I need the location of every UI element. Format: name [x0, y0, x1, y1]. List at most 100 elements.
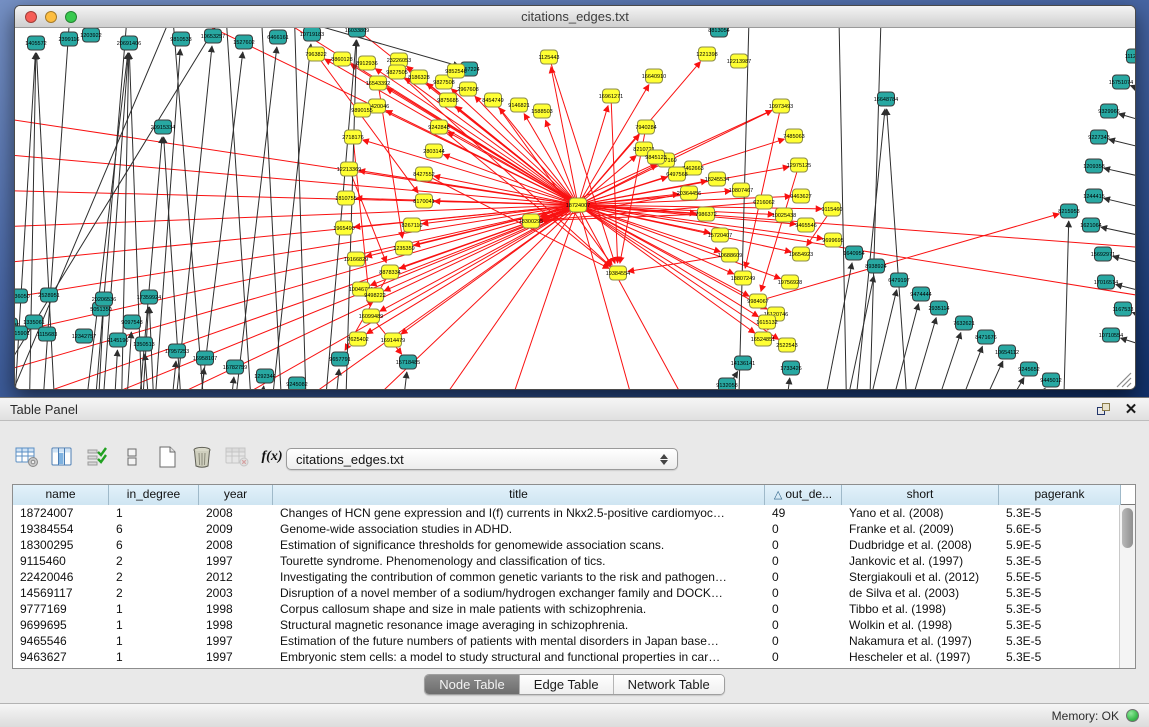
graph-node[interactable]: 20364456 [677, 186, 701, 200]
table-row[interactable]: 977716911998Corpus callosum shape and si… [13, 601, 1119, 617]
graph-node[interactable]: 1203922 [80, 28, 101, 42]
graph-node[interactable]: 15692971 [1091, 247, 1115, 261]
graph-node[interactable]: 12213369 [337, 162, 361, 176]
table-cell[interactable]: 9463627 [13, 649, 109, 665]
table-cell[interactable]: Corpus callosum shape and size in male p… [273, 601, 765, 617]
graph-node[interactable]: 9852546 [445, 64, 466, 78]
tab-edge-table[interactable]: Edge Table [520, 675, 614, 694]
table-cell[interactable]: 19384554 [13, 521, 109, 537]
table-cell[interactable]: 6 [109, 537, 199, 553]
table-cell[interactable]: 2009 [199, 521, 273, 537]
graph-node[interactable]: 1115683 [37, 327, 58, 341]
graph-node[interactable]: 1810755 [335, 191, 356, 205]
graph-node[interactable]: 8170041 [413, 194, 434, 208]
scrollbar-thumb[interactable] [1122, 508, 1133, 548]
graph-node[interactable]: 10653257 [201, 29, 225, 43]
graph-node[interactable]: 1621064 [1080, 218, 1101, 232]
table-cell[interactable]: 49 [765, 505, 842, 521]
graph-node[interactable]: 8912936 [356, 56, 377, 70]
table-cell[interactable]: 1997 [199, 633, 273, 649]
graph-node[interactable]: 10719183 [300, 28, 324, 41]
column-header-year[interactable]: year [199, 485, 273, 505]
window-titlebar[interactable]: citations_edges.txt [15, 6, 1135, 28]
table-cell[interactable]: 1998 [199, 617, 273, 633]
graph-node[interactable]: 15720407 [708, 228, 732, 242]
graph-node[interactable]: 18724007 [566, 198, 590, 212]
table-cell[interactable]: Nakamura et al. (1997) [842, 633, 999, 649]
table-cell[interactable]: 5.3E-5 [999, 633, 1121, 649]
column-header-title[interactable]: title [273, 485, 765, 505]
table-cell[interactable]: 18300295 [13, 537, 109, 553]
table-row[interactable]: 1872400712008Changes of HCN gene express… [13, 505, 1119, 521]
graph-node[interactable]: 9463627 [790, 189, 811, 203]
graph-node[interactable]: 19654923 [789, 247, 813, 261]
table-row[interactable]: 946362711997Embryonic stem cells: a mode… [13, 649, 1119, 665]
table-cell[interactable]: 1 [109, 601, 199, 617]
graph-node[interactable]: 8878334 [379, 265, 400, 279]
table-row[interactable]: 1830029562008Estimation of significance … [13, 537, 1119, 553]
table-cell[interactable]: Stergiakouli et al. (2012) [842, 569, 999, 585]
table-cell[interactable]: Wolkin et al. (1998) [842, 617, 999, 633]
table-cell[interactable]: 0 [765, 569, 842, 585]
table-cell[interactable]: 0 [765, 521, 842, 537]
table-cell[interactable]: 0 [765, 633, 842, 649]
close-panel-icon[interactable]: ✕ [1121, 400, 1141, 418]
graph-node[interactable]: 9245082 [286, 377, 307, 389]
graph-node[interactable]: 6466161 [267, 30, 288, 44]
table-cell[interactable]: 5.3E-5 [999, 649, 1121, 665]
table-cell[interactable]: 9777169 [13, 601, 109, 617]
table-cell[interactable]: Yano et al. (2008) [842, 505, 999, 521]
graph-node[interactable]: 9657791 [329, 352, 350, 366]
graph-node[interactable]: 1221398 [696, 47, 717, 61]
graph-node[interactable]: 1235359 [393, 241, 414, 255]
table-cell[interactable]: 9115460 [13, 553, 109, 569]
network-canvas[interactable]: 1405572239911612039222069140698105331065… [15, 28, 1135, 389]
table-cell[interactable]: 6 [109, 521, 199, 537]
graph-node[interactable]: 9465546 [795, 218, 816, 232]
graph-node[interactable]: 18245534 [705, 172, 729, 186]
graph-node[interactable]: 9827505 [386, 65, 407, 79]
table-cell[interactable]: 0 [765, 649, 842, 665]
graph-node[interactable]: 1145190 [107, 333, 128, 347]
graph-node[interactable]: 9242848 [428, 120, 449, 134]
graph-node[interactable]: 1244415 [1083, 189, 1104, 203]
table-cell[interactable]: 1998 [199, 601, 273, 617]
graph-node[interactable]: 9498222 [364, 288, 385, 302]
table-cell[interactable]: Disruption of a novel member of a sodium… [273, 585, 765, 601]
graph-node[interactable]: 17359924 [137, 290, 161, 304]
resize-grip-icon[interactable] [1117, 373, 1131, 387]
graph-node[interactable]: 1167533 [1112, 302, 1133, 316]
table-settings-icon[interactable] [14, 444, 40, 470]
graph-node[interactable]: 7632621 [953, 316, 974, 330]
graph-node[interactable]: 2967608 [457, 82, 478, 96]
graph-node[interactable]: 9227343 [1088, 130, 1109, 144]
table-row[interactable]: 1938455462009Genome-wide association stu… [13, 521, 1119, 537]
graph-node[interactable]: 16648784 [874, 92, 898, 106]
table-cell[interactable]: Tourette syndrome. Phenomenology and cla… [273, 553, 765, 569]
graph-node[interactable]: 9329966 [1098, 104, 1119, 118]
graph-node[interactable]: 8813054 [708, 28, 729, 37]
graph-node[interactable]: 1640954 [843, 246, 864, 260]
table-cell[interactable]: 5.6E-5 [999, 521, 1121, 537]
table-cell[interactable]: 1 [109, 617, 199, 633]
vertical-scrollbar[interactable] [1119, 505, 1135, 668]
column-visibility-icon[interactable] [49, 444, 75, 470]
graph-node[interactable]: 16524851 [751, 332, 775, 346]
table-cell[interactable]: 18724007 [13, 505, 109, 521]
graph-node[interactable]: 19756928 [778, 275, 802, 289]
graph-node[interactable]: 7625402 [347, 332, 368, 346]
table-cell[interactable]: 0 [765, 617, 842, 633]
table-cell[interactable]: Hescheler et al. (1997) [842, 649, 999, 665]
table-cell[interactable]: 2008 [199, 505, 273, 521]
graph-node[interactable]: 15751074 [1109, 75, 1133, 89]
graph-node[interactable]: 9115460 [821, 202, 842, 216]
table-cell[interactable]: 0 [765, 537, 842, 553]
graph-node[interactable]: 16640910 [642, 69, 666, 83]
table-cell[interactable]: 5.5E-5 [999, 569, 1121, 585]
column-header-in-degree[interactable]: in_degree [109, 485, 199, 505]
graph-node[interactable]: 10973493 [769, 99, 793, 113]
table-cell[interactable]: Changes of HCN gene expression and I(f) … [273, 505, 765, 521]
function-builder-icon[interactable]: f(x) [259, 444, 285, 470]
column-header-out-de-[interactable]: △out_de... [765, 485, 842, 505]
graph-node[interactable]: 8215953 [1058, 204, 1079, 218]
